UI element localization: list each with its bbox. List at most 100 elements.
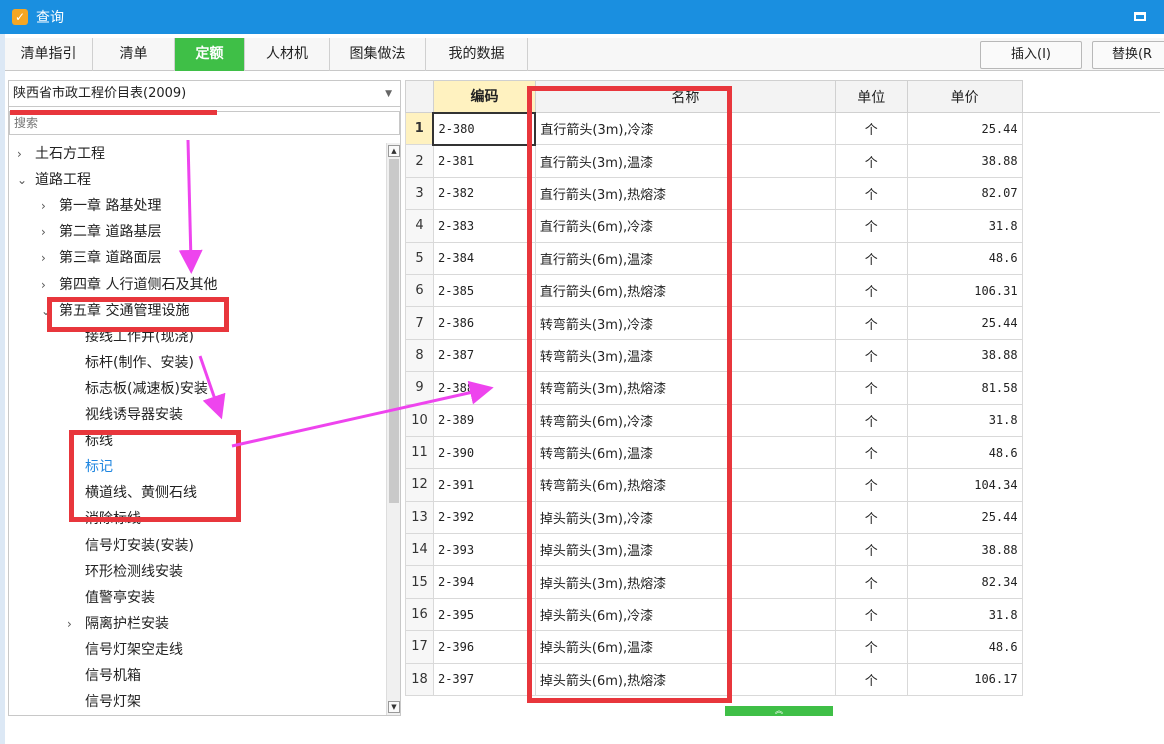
replace-button[interactable]: 替换(R [1092,41,1164,69]
name-cell[interactable]: 直行箭头(6m),热熔漆 [534,273,836,308]
scroll-thumb[interactable] [389,159,399,503]
price-cell[interactable]: 48.6 [906,241,1023,275]
code-cell[interactable]: 2-382 [432,176,536,211]
unit-cell[interactable]: 个 [834,144,908,178]
scroll-down-icon[interactable]: ▼ [388,701,400,713]
price-cell[interactable]: 25.44 [906,500,1023,535]
row-number[interactable]: 11 [405,435,434,470]
tree-scrollbar[interactable]: ▲ ▼ [386,143,400,715]
header-code[interactable]: 编码 [432,80,536,113]
expand-handle-icon[interactable]: ︽ [725,706,833,716]
name-cell[interactable]: 掉头箭头(6m),温漆 [534,630,836,664]
row-number[interactable]: 13 [405,500,434,535]
tree-item[interactable]: ⌄ 道路工程 [17,167,91,193]
code-cell[interactable]: 2-387 [432,338,536,373]
tree-item[interactable]: 信号灯架 [67,689,141,715]
row-number[interactable]: 10 [405,403,434,437]
unit-cell[interactable]: 个 [834,209,908,243]
table-row[interactable]: 11 2-390 转弯箭头(6m),温漆个 48.6 [405,435,1161,470]
unit-cell[interactable]: 个 [834,468,908,502]
price-cell[interactable]: 48.6 [906,630,1023,664]
code-cell[interactable]: 2-383 [432,209,536,243]
name-cell[interactable]: 转弯箭头(6m),温漆 [534,435,836,470]
row-number[interactable]: 14 [405,533,434,567]
unit-cell[interactable]: 个 [834,241,908,275]
unit-cell[interactable]: 个 [834,111,908,146]
library-select[interactable]: 陕西省市政工程价目表(2009) ▼ [9,81,400,107]
row-number[interactable]: 1 [405,111,434,146]
tree-item[interactable]: 标杆(制作、安装) [67,350,194,376]
code-cell[interactable]: 2-380 [432,111,537,146]
tree-item[interactable]: › 第二章 道路基层 [41,219,161,245]
chevron-right-icon[interactable]: › [67,611,85,637]
name-cell[interactable]: 转弯箭头(3m),冷漆 [534,306,836,340]
name-cell[interactable]: 掉头箭头(6m),冷漆 [534,597,836,632]
header-price[interactable]: 单价 [906,80,1023,113]
unit-cell[interactable]: 个 [834,273,908,308]
row-number[interactable]: 5 [405,241,434,275]
row-number[interactable]: 16 [405,597,434,632]
tree-item[interactable]: › 第一章 路基处理 [41,193,161,219]
unit-cell[interactable]: 个 [834,500,908,535]
tree-item[interactable]: › 土石方工程 [17,143,105,167]
code-cell[interactable]: 2-396 [432,630,536,664]
table-row[interactable]: 5 2-384 直行箭头(6m),温漆个 48.6 [405,241,1161,275]
price-cell[interactable]: 25.44 [906,306,1023,340]
price-cell[interactable]: 38.88 [906,338,1023,373]
row-number[interactable]: 12 [405,468,434,502]
price-cell[interactable]: 31.8 [906,403,1023,437]
row-number[interactable]: 4 [405,209,434,243]
price-cell[interactable]: 106.17 [906,662,1023,697]
tab-atlas-method[interactable]: 图集做法 [330,38,426,71]
table-row[interactable]: 15 2-394 掉头箭头(3m),热熔漆个 82.34 [405,565,1161,599]
chevron-right-icon[interactable]: › [41,219,59,245]
code-cell[interactable]: 2-390 [432,435,536,470]
code-cell[interactable]: 2-388 [432,371,536,405]
tree-item[interactable]: 消除标线 [67,506,141,532]
maximize-icon[interactable] [1134,12,1146,21]
unit-cell[interactable]: 个 [834,371,908,405]
code-cell[interactable]: 2-392 [432,500,536,535]
code-cell[interactable]: 2-393 [432,533,536,567]
tab-quota[interactable]: 定额 [175,38,245,71]
chevron-down-icon[interactable]: ⌄ [41,298,59,324]
tree-item[interactable]: 环形检测线安装 [67,559,183,585]
tree-item[interactable]: › 第四章 人行道侧石及其他 [41,272,217,298]
unit-cell[interactable]: 个 [834,533,908,567]
row-number[interactable]: 3 [405,176,434,211]
name-cell[interactable]: 直行箭头(6m),温漆 [534,241,836,275]
table-row[interactable]: 10 2-389 转弯箭头(6m),冷漆个 31.8 [405,403,1161,437]
name-cell[interactable]: 转弯箭头(6m),冷漆 [534,403,836,437]
tree-item[interactable]: 信号机箱 [67,663,141,689]
tab-my-data[interactable]: 我的数据 [426,38,528,71]
search-input[interactable] [9,111,400,135]
row-number[interactable]: 9 [405,371,434,405]
tree-item[interactable]: 标记 [67,454,113,480]
chevron-right-icon[interactable]: › [41,193,59,219]
code-cell[interactable]: 2-384 [432,241,536,275]
tree-item[interactable]: 值警亭安装 [67,585,155,611]
tab-list-guide[interactable]: 清单指引 [5,38,93,71]
table-row[interactable]: 9 2-388 转弯箭头(3m),热熔漆个 81.58 [405,371,1161,405]
tree-item[interactable]: ⌄ 第五章 交通管理设施 [41,298,189,324]
code-cell[interactable]: 2-386 [432,306,536,340]
chevron-right-icon[interactable]: › [41,245,59,271]
unit-cell[interactable]: 个 [834,306,908,340]
name-cell[interactable]: 转弯箭头(3m),热熔漆 [534,371,836,405]
name-cell[interactable]: 转弯箭头(6m),热熔漆 [534,468,836,502]
tree-item[interactable]: 横道线、黄侧石线 [67,480,197,506]
price-cell[interactable]: 82.34 [906,565,1023,599]
tree-item[interactable]: › 隔离护栏安装 [67,611,169,637]
price-cell[interactable]: 38.88 [906,144,1023,178]
row-number[interactable]: 15 [405,565,434,599]
table-row[interactable]: 1 2-380 直行箭头(3m),冷漆个 25.44 [405,111,1161,146]
code-cell[interactable]: 2-381 [432,144,536,178]
price-cell[interactable]: 82.07 [906,176,1023,211]
table-row[interactable]: 18 2-397 掉头箭头(6m),热熔漆个 106.17 [405,662,1161,697]
tab-labor-material-machine[interactable]: 人材机 [245,38,330,71]
name-cell[interactable]: 掉头箭头(3m),冷漆 [534,500,836,535]
tab-list[interactable]: 清单 [93,38,175,71]
row-number[interactable]: 8 [405,338,434,373]
unit-cell[interactable]: 个 [834,338,908,373]
table-row[interactable]: 4 2-383 直行箭头(6m),冷漆个 31.8 [405,209,1161,243]
